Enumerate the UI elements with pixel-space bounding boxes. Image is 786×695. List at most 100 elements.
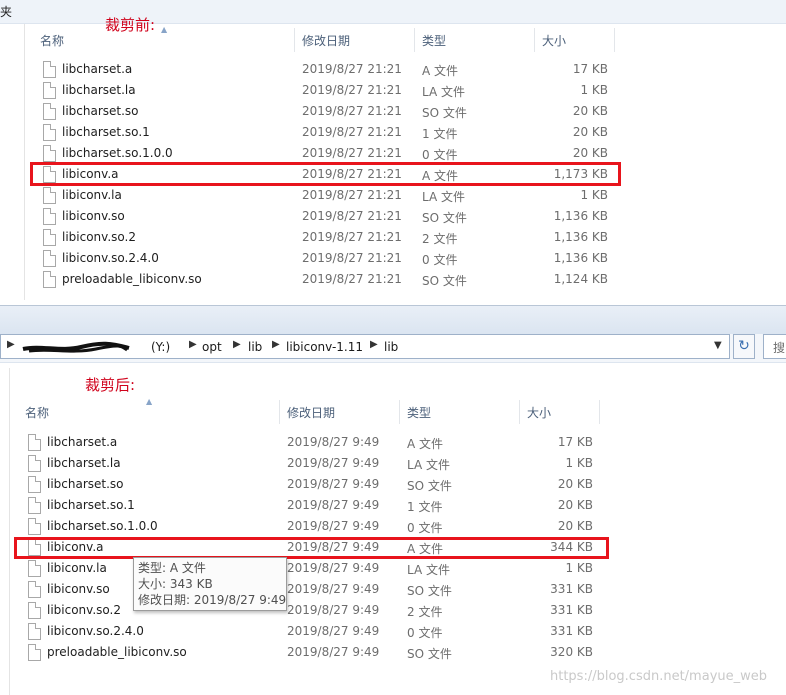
- address-segment-lib[interactable]: lib: [248, 340, 262, 354]
- file-date: 2019/8/27 21:21: [302, 209, 402, 223]
- file-size: 1 KB: [580, 188, 608, 202]
- file-date: 2019/8/27 21:21: [302, 83, 402, 97]
- file-icon: [28, 476, 41, 493]
- redacted-path-scribble: [22, 341, 130, 353]
- file-row[interactable]: libcharset.la 2019/8/27 21:21 LA 文件 1 KB: [0, 80, 786, 101]
- file-row[interactable]: libiconv.so 2019/8/27 9:49 SO 文件 331 KB: [0, 579, 786, 600]
- column-divider[interactable]: [414, 28, 415, 52]
- search-input[interactable]: 搜: [763, 334, 786, 359]
- file-icon: [43, 187, 56, 204]
- address-segment-opt[interactable]: opt: [202, 340, 222, 354]
- address-segment-lib-current[interactable]: lib: [384, 340, 398, 354]
- file-type: SO 文件: [407, 584, 452, 598]
- column-name[interactable]: 名称: [25, 404, 49, 421]
- column-date[interactable]: 修改日期: [287, 404, 335, 421]
- file-size: 1,136 KB: [553, 230, 608, 244]
- column-name[interactable]: 名称: [40, 32, 64, 49]
- column-type[interactable]: 类型: [422, 32, 446, 49]
- refresh-icon[interactable]: ↻: [733, 334, 755, 359]
- file-type: LA 文件: [422, 190, 465, 204]
- file-icon: [43, 208, 56, 225]
- file-date: 2019/8/27 9:49: [287, 603, 380, 617]
- file-row[interactable]: libcharset.so 2019/8/27 9:49 SO 文件 20 KB: [0, 474, 786, 495]
- column-divider[interactable]: [294, 28, 295, 52]
- address-drive[interactable]: (Y:): [151, 340, 170, 354]
- address-field[interactable]: ▶ (Y:) ▶ opt ▶ lib ▶ libiconv-1.11 ▶ lib…: [0, 334, 730, 359]
- file-icon: [28, 455, 41, 472]
- chevron-right-icon[interactable]: ▶: [233, 339, 241, 350]
- chevron-right-icon[interactable]: ▶: [370, 339, 378, 350]
- file-row[interactable]: libcharset.so.1.0.0 2019/8/27 21:21 0 文件 20…: [0, 143, 786, 164]
- file-row[interactable]: libiconv.so 2019/8/27 21:21 SO 文件 1,136 KB: [0, 206, 786, 227]
- column-divider[interactable]: [614, 28, 615, 52]
- file-icon: [28, 434, 41, 451]
- chevron-down-icon[interactable]: ▼: [714, 340, 722, 351]
- column-divider[interactable]: [279, 400, 280, 424]
- chevron-right-icon[interactable]: ▶: [272, 339, 280, 350]
- file-name: libcharset.so.1.0.0: [47, 519, 158, 533]
- column-divider[interactable]: [519, 400, 520, 424]
- file-row[interactable]: libcharset.so.1 2019/8/27 21:21 1 文件 20 KB: [0, 122, 786, 143]
- file-name: libiconv.so.2: [47, 603, 121, 617]
- file-row[interactable]: libcharset.so 2019/8/27 21:21 SO 文件 20 KB: [0, 101, 786, 122]
- file-icon: [28, 560, 41, 577]
- file-icon: [28, 623, 41, 640]
- file-row[interactable]: libcharset.la 2019/8/27 9:49 LA 文件 1 KB: [0, 453, 786, 474]
- file-type: LA 文件: [407, 563, 450, 577]
- column-size[interactable]: 大小: [542, 32, 566, 49]
- address-segment-libiconv[interactable]: libiconv-1.11: [286, 340, 363, 354]
- file-type: 0 文件: [407, 626, 443, 640]
- file-name: libiconv.so: [47, 582, 110, 596]
- file-date: 2019/8/27 9:49: [287, 435, 380, 449]
- file-row[interactable]: libcharset.so.1 2019/8/27 9:49 1 文件 20 KB: [0, 495, 786, 516]
- file-date: 2019/8/27 21:21: [302, 62, 402, 76]
- file-date: 2019/8/27 21:21: [302, 146, 402, 160]
- file-row[interactable]: libiconv.la 2019/8/27 21:21 LA 文件 1 KB: [0, 185, 786, 206]
- file-row[interactable]: libiconv.so.2 2019/8/27 21:21 2 文件 1,136 KB: [0, 227, 786, 248]
- column-divider[interactable]: [599, 400, 600, 424]
- column-date[interactable]: 修改日期: [302, 32, 350, 49]
- file-icon: [28, 581, 41, 598]
- file-row[interactable]: libcharset.a 2019/8/27 21:21 A 文件 17 KB: [0, 59, 786, 80]
- file-row[interactable]: libcharset.so.1.0.0 2019/8/27 9:49 0 文件 20 …: [0, 516, 786, 537]
- file-row[interactable]: preloadable_libiconv.so 2019/8/27 21:21 SO…: [0, 269, 786, 290]
- file-name: libcharset.a: [62, 62, 133, 76]
- file-row[interactable]: libiconv.la 2019/8/27 9:49 LA 文件 1 KB: [0, 558, 786, 579]
- column-type[interactable]: 类型: [407, 404, 431, 421]
- file-type: SO 文件: [407, 647, 452, 661]
- file-size: 320 KB: [550, 645, 593, 659]
- file-name: libcharset.so.1: [47, 498, 135, 512]
- file-row[interactable]: preloadable_libiconv.so 2019/8/27 9:49 SO …: [0, 642, 786, 663]
- file-type: 2 文件: [407, 605, 443, 619]
- file-row[interactable]: libiconv.so.2.4.0 2019/8/27 9:49 0 文件 331 K…: [0, 621, 786, 642]
- file-name: libcharset.la: [47, 456, 121, 470]
- sort-arrow-icon: ▲: [146, 397, 153, 406]
- column-divider[interactable]: [534, 28, 535, 52]
- file-type: 2 文件: [422, 232, 458, 246]
- file-type: SO 文件: [422, 274, 467, 288]
- file-date: 2019/8/27 21:21: [302, 125, 402, 139]
- file-type: 0 文件: [422, 148, 458, 162]
- file-size: 1 KB: [565, 561, 593, 575]
- file-size: 20 KB: [572, 146, 608, 160]
- annotation-before: 裁剪前:: [105, 16, 156, 34]
- file-size: 17 KB: [572, 62, 608, 76]
- file-icon: [43, 145, 56, 162]
- file-row[interactable]: libcharset.a 2019/8/27 9:49 A 文件 17 KB: [0, 432, 786, 453]
- file-type: 1 文件: [407, 500, 443, 514]
- file-row[interactable]: libiconv.so.2.4.0 2019/8/27 21:21 0 文件 1,13…: [0, 248, 786, 269]
- column-divider[interactable]: [399, 400, 400, 424]
- chevron-right-icon[interactable]: ▶: [7, 339, 15, 350]
- chevron-right-icon[interactable]: ▶: [189, 339, 197, 350]
- file-icon: [28, 602, 41, 619]
- tooltip-date: 修改日期: 2019/8/27 9:49: [138, 593, 287, 607]
- file-type: A 文件: [422, 64, 459, 78]
- file-size: 20 KB: [557, 519, 593, 533]
- file-date: 2019/8/27 9:49: [287, 582, 380, 596]
- file-date: 2019/8/27 9:49: [287, 456, 380, 470]
- file-size: 20 KB: [572, 104, 608, 118]
- toolbar-background: [0, 306, 786, 334]
- file-row[interactable]: libiconv.so.2 2019/8/27 9:49 2 文件 331 KB: [0, 600, 786, 621]
- file-name: libiconv.so: [62, 209, 125, 223]
- column-size[interactable]: 大小: [527, 404, 551, 421]
